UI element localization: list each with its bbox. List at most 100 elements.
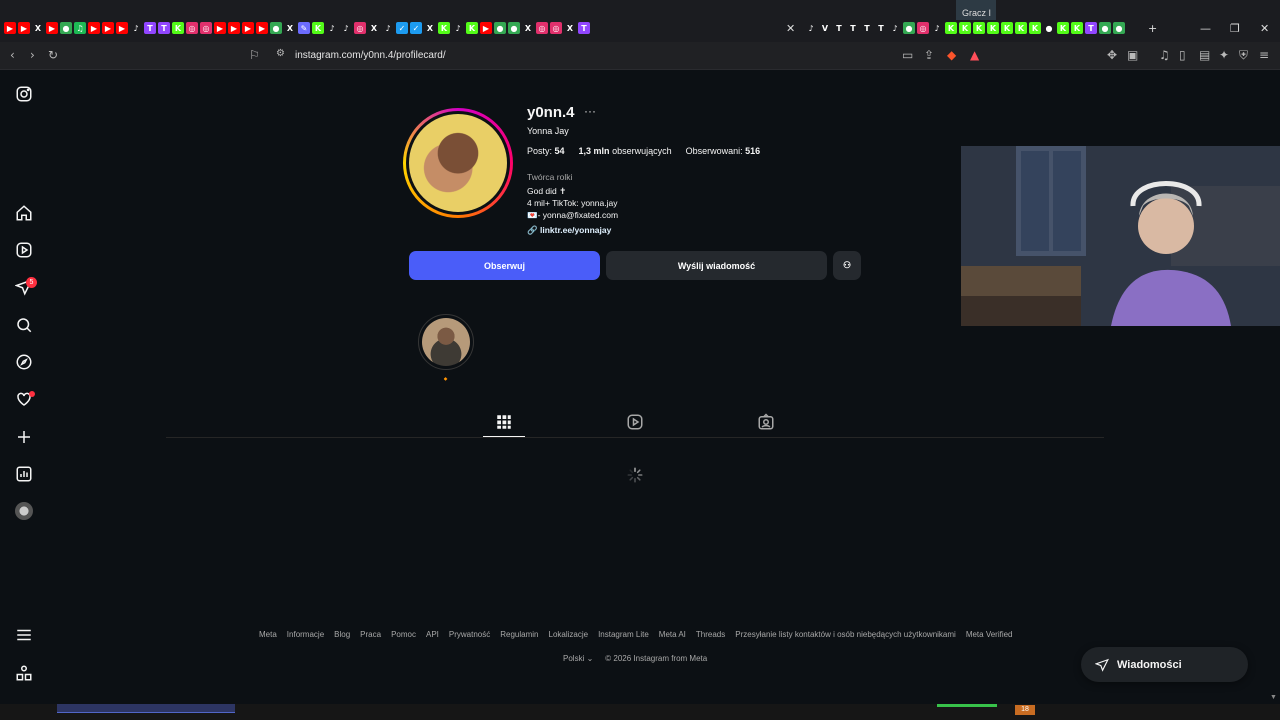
- home-icon[interactable]: [15, 204, 33, 222]
- profile-link[interactable]: 🔗 linktr.ee/yonnajay: [527, 225, 611, 236]
- kick-favicon[interactable]: K: [1029, 22, 1041, 34]
- extensions-icon[interactable]: ✥: [1107, 48, 1117, 62]
- more-menu-icon[interactable]: [15, 626, 33, 644]
- footer-link[interactable]: Regulamin: [500, 630, 538, 639]
- footer-link[interactable]: Przesyłanie listy kontaktów i osób niebę…: [735, 630, 956, 639]
- media-icon[interactable]: ♫: [1159, 48, 1170, 62]
- footer-link[interactable]: Meta AI: [659, 630, 686, 639]
- chrome-favicon[interactable]: ●: [60, 22, 72, 34]
- followers-stat[interactable]: 1,3 mln obserwujących: [579, 146, 672, 156]
- check-favicon[interactable]: ✓: [410, 22, 422, 34]
- cast-icon[interactable]: ▭: [902, 48, 913, 62]
- tiktok-favicon[interactable]: ♪: [889, 22, 901, 34]
- brave-rewards-icon[interactable]: ▲: [970, 48, 979, 62]
- youtube-favicon[interactable]: ▶: [46, 22, 58, 34]
- chrome-favicon[interactable]: ●: [903, 22, 915, 34]
- new-tab-button[interactable]: +: [1148, 22, 1157, 35]
- sidebar-icon[interactable]: ▯: [1179, 48, 1186, 62]
- youtube-favicon[interactable]: ▶: [228, 22, 240, 34]
- search-icon[interactable]: [15, 316, 33, 334]
- x-favicon[interactable]: X: [522, 22, 534, 34]
- footer-link[interactable]: Threads: [696, 630, 725, 639]
- instagram-favicon[interactable]: ◎: [354, 22, 366, 34]
- following-stat[interactable]: Obserwowani: 516: [686, 146, 761, 156]
- footer-link[interactable]: Lokalizacje: [549, 630, 589, 639]
- taskbar-window-thumbnail[interactable]: [57, 704, 235, 713]
- chrome-favicon[interactable]: ●: [494, 22, 506, 34]
- footer-link[interactable]: Meta Verified: [966, 630, 1013, 639]
- bookmark-icon[interactable]: ⚐: [249, 48, 260, 62]
- site-info-icon[interactable]: ⚙: [276, 48, 285, 59]
- kick-favicon[interactable]: K: [172, 22, 184, 34]
- kick-favicon[interactable]: K: [1057, 22, 1069, 34]
- kick-favicon[interactable]: K: [1071, 22, 1083, 34]
- x-favicon[interactable]: X: [284, 22, 296, 34]
- instagram-favicon[interactable]: ◎: [550, 22, 562, 34]
- footer-link[interactable]: Blog: [334, 630, 350, 639]
- youtube-favicon[interactable]: ▶: [256, 22, 268, 34]
- brave-shield-icon[interactable]: ◆: [947, 48, 956, 62]
- minimize-icon[interactable]: —: [1200, 22, 1211, 35]
- x-favicon[interactable]: X: [424, 22, 436, 34]
- tt-favicon[interactable]: T: [875, 22, 887, 34]
- footer-link[interactable]: API: [426, 630, 439, 639]
- tiktok-favicon[interactable]: ♪: [326, 22, 338, 34]
- youtube-favicon[interactable]: ▶: [4, 22, 16, 34]
- chrome-favicon[interactable]: ●: [508, 22, 520, 34]
- screenshot-icon[interactable]: ▣: [1127, 48, 1138, 62]
- kick-favicon[interactable]: K: [945, 22, 957, 34]
- chrome-favicon[interactable]: ●: [1099, 22, 1111, 34]
- instagram-favicon[interactable]: ◎: [536, 22, 548, 34]
- send-message-button[interactable]: Wyślij wiadomość: [606, 251, 827, 280]
- kick-favicon[interactable]: K: [1001, 22, 1013, 34]
- location-favicon[interactable]: ●: [1043, 22, 1055, 34]
- footer-link[interactable]: Meta: [259, 630, 277, 639]
- reels-tab-icon[interactable]: [626, 413, 644, 431]
- vivaldi-favicon[interactable]: V: [819, 22, 831, 34]
- tiktok-favicon[interactable]: ♪: [452, 22, 464, 34]
- profile-avatar[interactable]: [403, 108, 513, 218]
- twitch-favicon[interactable]: T: [144, 22, 156, 34]
- dashboard-icon[interactable]: [15, 465, 33, 483]
- kick-favicon[interactable]: K: [466, 22, 478, 34]
- footer-link[interactable]: Instagram Lite: [598, 630, 649, 639]
- scroll-down-arrow-icon[interactable]: ▼: [1270, 694, 1277, 701]
- youtube-favicon[interactable]: ▶: [88, 22, 100, 34]
- forward-icon[interactable]: ›: [30, 48, 35, 62]
- youtube-favicon[interactable]: ▶: [242, 22, 254, 34]
- tagged-tab-icon[interactable]: [757, 413, 775, 431]
- twitch-favicon[interactable]: T: [578, 22, 590, 34]
- tiktok-favicon[interactable]: ♪: [931, 22, 943, 34]
- reload-icon[interactable]: ↻: [48, 48, 58, 62]
- instagram-logo-icon[interactable]: [15, 85, 33, 103]
- maximize-icon[interactable]: ❐: [1230, 22, 1240, 35]
- instagram-favicon[interactable]: ◎: [200, 22, 212, 34]
- leo-ai-icon[interactable]: ✦: [1219, 48, 1229, 62]
- kick-favicon[interactable]: K: [973, 22, 985, 34]
- youtube-favicon[interactable]: ▶: [480, 22, 492, 34]
- tt-favicon[interactable]: T: [861, 22, 873, 34]
- kick-favicon[interactable]: K: [1015, 22, 1027, 34]
- footer-link[interactable]: Prywatność: [449, 630, 490, 639]
- tiktok-favicon[interactable]: ♪: [130, 22, 142, 34]
- youtube-favicon[interactable]: ▶: [102, 22, 114, 34]
- profile-avatar-icon[interactable]: [15, 502, 33, 520]
- address-bar[interactable]: instagram.com/y0nn.4/profilecard/: [295, 50, 446, 61]
- tiktok-favicon[interactable]: ♪: [805, 22, 817, 34]
- chrome-favicon[interactable]: ●: [1113, 22, 1125, 34]
- tt-favicon[interactable]: T: [833, 22, 845, 34]
- x-favicon[interactable]: X: [564, 22, 576, 34]
- tt-favicon[interactable]: T: [847, 22, 859, 34]
- check-favicon[interactable]: ✓: [396, 22, 408, 34]
- chrome-favicon[interactable]: ●: [270, 22, 282, 34]
- kick-favicon[interactable]: K: [312, 22, 324, 34]
- follow-button[interactable]: Obserwuj: [409, 251, 600, 280]
- footer-link[interactable]: Pomoc: [391, 630, 416, 639]
- twitch-favicon[interactable]: T: [158, 22, 170, 34]
- tiktok-favicon[interactable]: ♪: [382, 22, 394, 34]
- x-favicon[interactable]: X: [368, 22, 380, 34]
- twitch-favicon[interactable]: T: [1085, 22, 1097, 34]
- youtube-favicon[interactable]: ▶: [18, 22, 30, 34]
- instagram-favicon[interactable]: ◎: [186, 22, 198, 34]
- kick-favicon[interactable]: K: [438, 22, 450, 34]
